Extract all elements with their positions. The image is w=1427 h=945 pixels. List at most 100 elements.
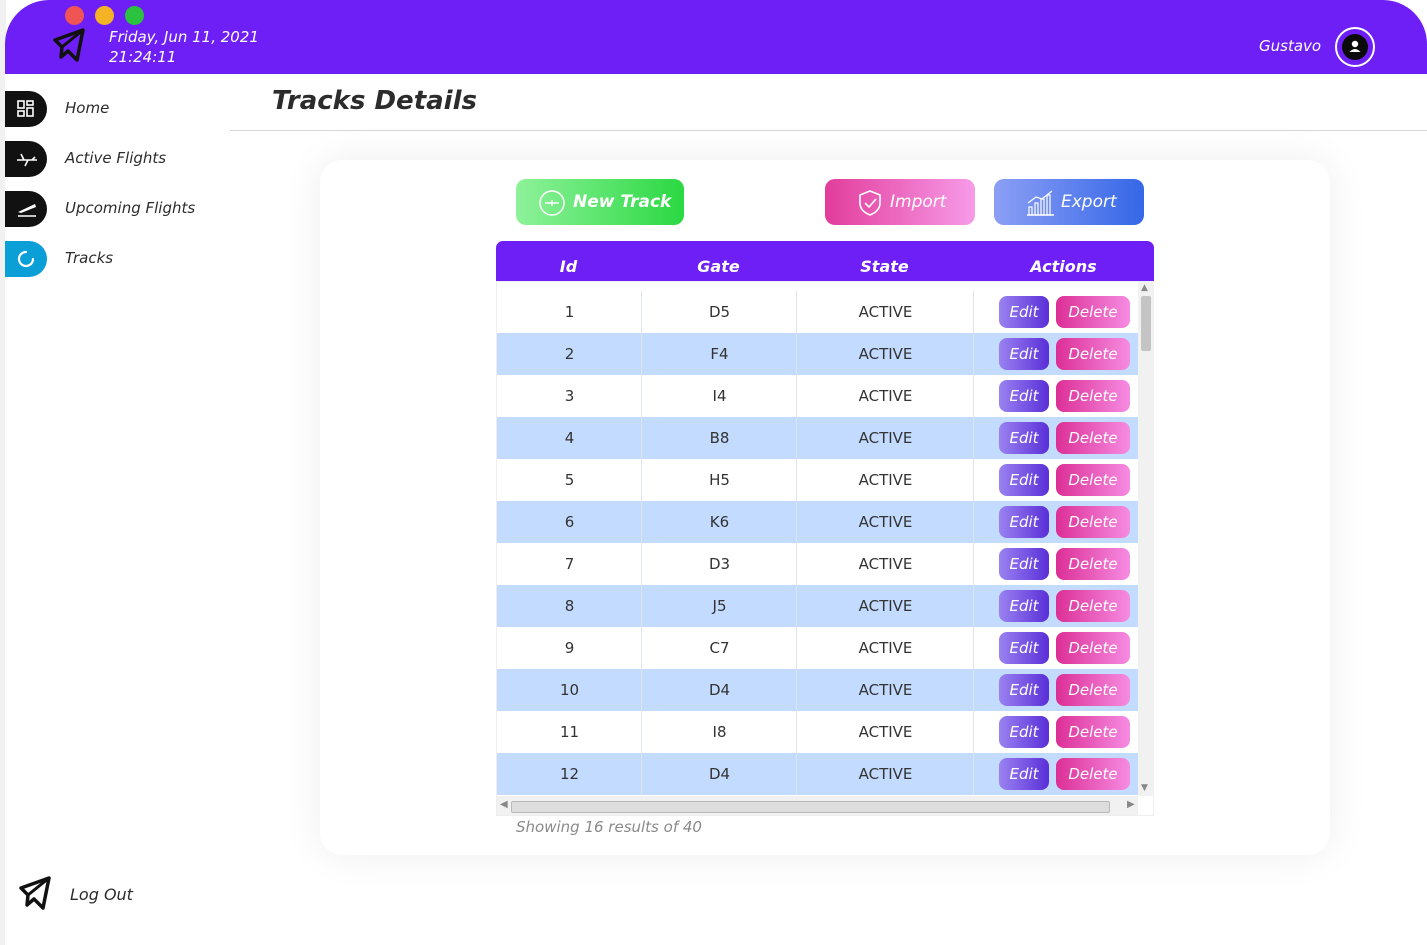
cell-state: ACTIVE: [858, 429, 913, 447]
table-row: 11 I8 ACTIVE Edit Delete: [497, 711, 1138, 753]
cell-state: ACTIVE: [858, 345, 913, 363]
scroll-right-arrow-icon[interactable]: ▶: [1127, 799, 1135, 810]
column-header-id: Id: [559, 257, 578, 276]
cell-divider: [641, 711, 642, 753]
edit-button[interactable]: Edit: [999, 296, 1049, 328]
scroll-down-arrow-icon[interactable]: ▼: [1141, 783, 1148, 793]
cell-id: 9: [564, 639, 575, 657]
table-row: 12 D4 ACTIVE Edit Delete: [497, 753, 1138, 795]
app-window: Friday, Jun 11, 2021 21:24:11 Gustavo Ho…: [5, 0, 1427, 945]
delete-button[interactable]: Delete: [1056, 632, 1130, 664]
cell-divider: [796, 753, 797, 795]
edit-button[interactable]: Edit: [999, 590, 1049, 622]
table-row: 3 I4 ACTIVE Edit Delete: [497, 375, 1138, 417]
delete-button[interactable]: Delete: [1056, 338, 1130, 370]
cell-divider: [973, 711, 974, 753]
cell-id: 7: [564, 555, 575, 573]
cell-divider: [641, 753, 642, 795]
cell-state: ACTIVE: [858, 597, 913, 615]
tracks-card: New Track Import Export Id Gate State Ac…: [320, 160, 1330, 855]
table-row: 2 F4 ACTIVE Edit Delete: [497, 333, 1138, 375]
sidebar-item-upcoming-flights[interactable]: Upcoming Flights: [5, 191, 230, 229]
edit-button[interactable]: Edit: [999, 758, 1049, 790]
edit-button[interactable]: Edit: [999, 716, 1049, 748]
new-track-button[interactable]: New Track: [516, 179, 684, 225]
horizontal-scrollbar[interactable]: ◀ ▶: [497, 796, 1138, 815]
import-button[interactable]: Import: [825, 179, 975, 225]
delete-button[interactable]: Delete: [1056, 296, 1130, 328]
cell-state: ACTIVE: [858, 681, 913, 699]
horizontal-scroll-thumb[interactable]: [511, 801, 1110, 813]
delete-button[interactable]: Delete: [1056, 422, 1130, 454]
bar-chart-icon: [1027, 190, 1054, 216]
cell-state: ACTIVE: [858, 723, 913, 741]
header-datetime: Friday, Jun 11, 2021 21:24:11: [109, 27, 259, 67]
cell-divider: [796, 543, 797, 585]
table-body: 1 D5 ACTIVE Edit Delete 2 F4 ACTIVE Edit Delete 3 I…: [496, 281, 1154, 816]
cell-divider: [973, 375, 974, 417]
cell-divider: [641, 459, 642, 501]
sidebar-item-home[interactable]: Home: [5, 91, 230, 129]
delete-button[interactable]: Delete: [1056, 548, 1130, 580]
header-time: 21:24:11: [109, 48, 177, 66]
vertical-scroll-thumb[interactable]: [1141, 296, 1151, 351]
column-header-state: State: [860, 257, 909, 276]
cell-id: 11: [559, 723, 580, 741]
cell-state: ACTIVE: [858, 303, 913, 321]
header-date: Friday, Jun 11, 2021: [109, 28, 259, 46]
delete-button[interactable]: Delete: [1056, 674, 1130, 706]
close-window-button[interactable]: [65, 6, 84, 25]
vertical-scrollbar[interactable]: ▲ ▼: [1138, 282, 1154, 796]
cell-id: 6: [564, 513, 575, 531]
edit-button[interactable]: Edit: [999, 380, 1049, 412]
cell-divider: [641, 543, 642, 585]
cell-divider: [973, 501, 974, 543]
sidebar: Home Active Flights Upcoming Flights Tra…: [5, 74, 230, 945]
cell-state: ACTIVE: [858, 387, 913, 405]
cell-gate: C7: [709, 639, 730, 657]
delete-button[interactable]: Delete: [1056, 506, 1130, 538]
new-track-label: New Track: [573, 192, 672, 212]
takeoff-icon: [18, 204, 36, 217]
edit-button[interactable]: Edit: [999, 338, 1049, 370]
cell-divider: [796, 375, 797, 417]
edit-button[interactable]: Edit: [999, 674, 1049, 706]
sidebar-item-tracks[interactable]: Tracks: [5, 241, 230, 279]
delete-button[interactable]: Delete: [1056, 590, 1130, 622]
delete-button[interactable]: Delete: [1056, 464, 1130, 496]
nav-icon-bg: [5, 141, 47, 177]
minimize-window-button[interactable]: [95, 6, 114, 25]
user-icon: [1349, 40, 1361, 52]
scroll-up-arrow-icon[interactable]: ▲: [1141, 283, 1148, 293]
maximize-window-button[interactable]: [125, 6, 144, 25]
cell-divider: [641, 291, 642, 333]
edit-button[interactable]: Edit: [999, 506, 1049, 538]
table-rows[interactable]: 1 D5 ACTIVE Edit Delete 2 F4 ACTIVE Edit Delete 3 I…: [497, 291, 1138, 796]
delete-button[interactable]: Delete: [1056, 716, 1130, 748]
nav-icon-bg: [5, 91, 47, 127]
delete-button[interactable]: Delete: [1056, 758, 1130, 790]
cell-id: 12: [559, 765, 580, 783]
delete-button[interactable]: Delete: [1056, 380, 1130, 412]
sidebar-item-label: Tracks: [65, 249, 114, 267]
app-logo-icon: [53, 28, 85, 62]
logout-logo-icon: [19, 876, 51, 910]
top-header: Friday, Jun 11, 2021 21:24:11 Gustavo: [5, 0, 1427, 74]
export-button[interactable]: Export: [994, 179, 1144, 225]
cell-divider: [641, 333, 642, 375]
cell-gate: F4: [710, 345, 729, 363]
scroll-left-arrow-icon[interactable]: ◀: [500, 799, 508, 810]
cell-gate: D5: [708, 303, 731, 321]
edit-button[interactable]: Edit: [999, 632, 1049, 664]
page-title: Tracks Details: [272, 86, 477, 116]
table-row: 5 H5 ACTIVE Edit Delete: [497, 459, 1138, 501]
user-avatar-button[interactable]: [1335, 27, 1375, 67]
logout-button[interactable]: Log Out: [15, 874, 215, 914]
cell-divider: [973, 669, 974, 711]
edit-button[interactable]: Edit: [999, 464, 1049, 496]
cell-state: ACTIVE: [858, 639, 913, 657]
edit-button[interactable]: Edit: [999, 422, 1049, 454]
user-name: Gustavo: [1259, 37, 1322, 55]
edit-button[interactable]: Edit: [999, 548, 1049, 580]
sidebar-item-active-flights[interactable]: Active Flights: [5, 141, 230, 179]
